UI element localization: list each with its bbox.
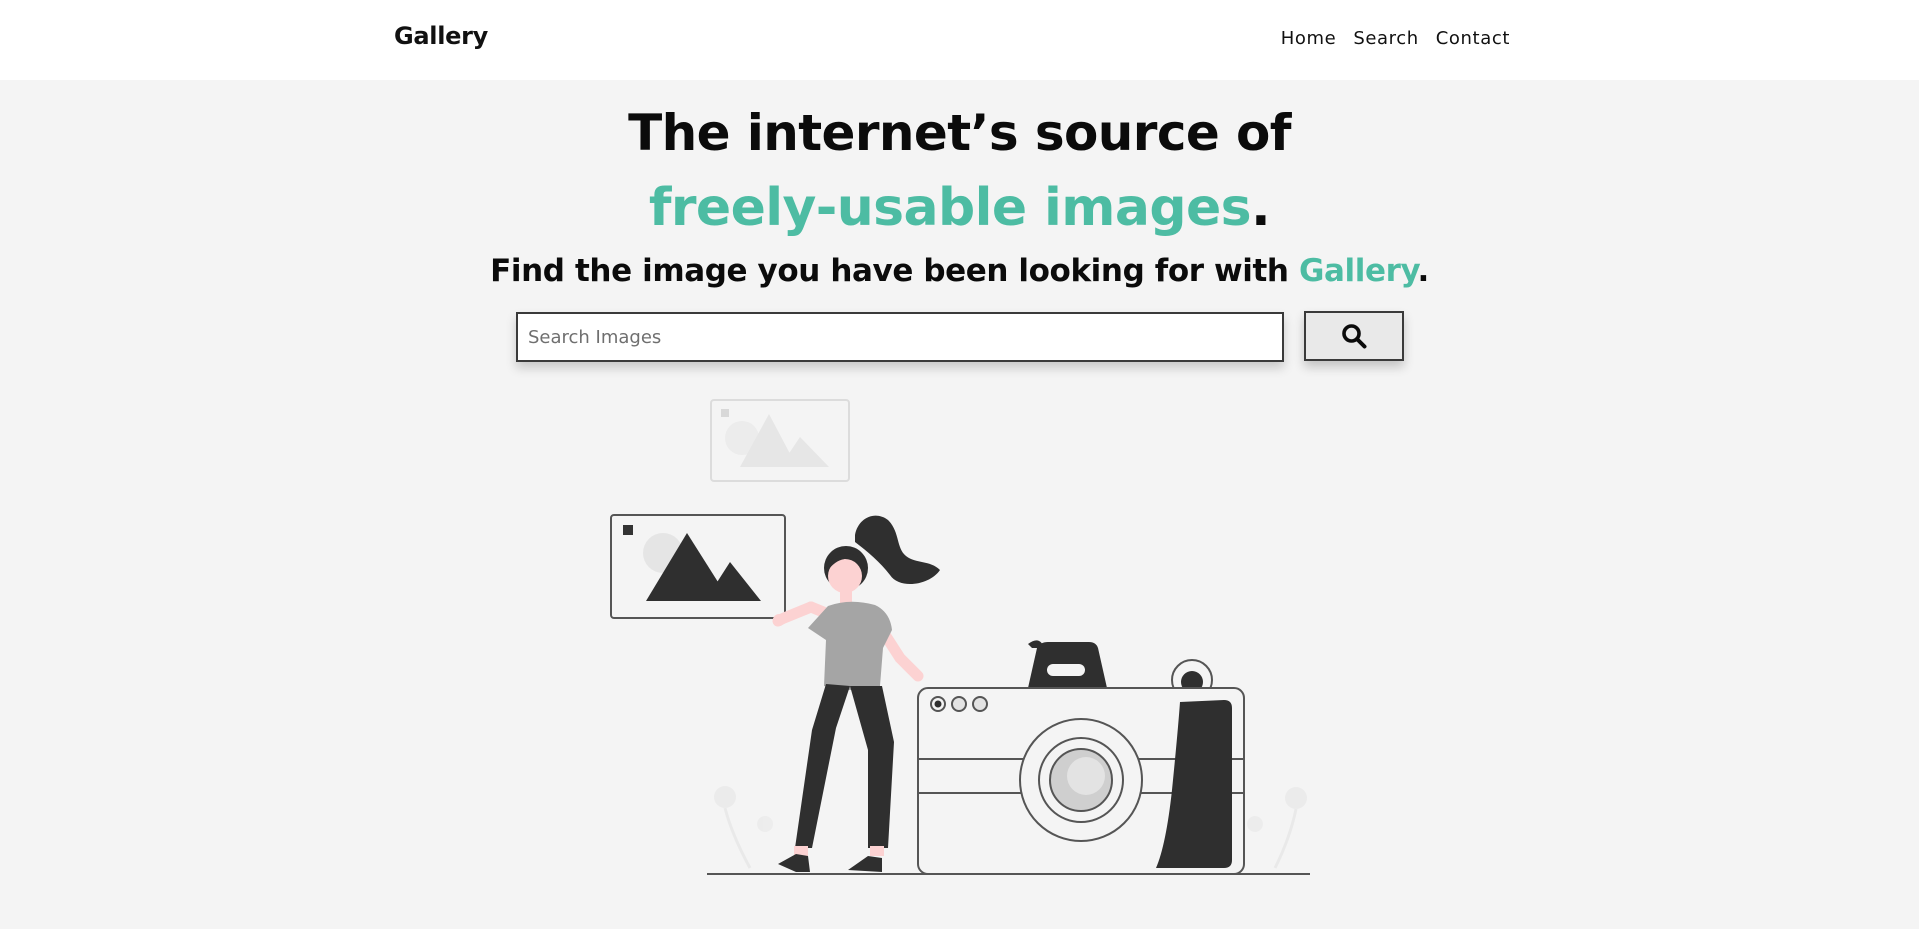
search-icon [1342,324,1367,349]
navbar: Gallery Home Search Contact [0,0,1919,80]
faded-image-frame-icon [710,399,850,482]
nav-links: Home Search Contact [1281,28,1510,49]
hero-title-period: . [1250,178,1271,238]
hero-title: The internet’s source of [628,104,1291,162]
woman-camera-illustration [610,399,1310,875]
hero-subtitle-brand: Gallery [1298,253,1418,289]
search-input[interactable] [516,312,1284,362]
nav-contact-link[interactable]: Contact [1436,28,1510,49]
search-button[interactable] [1304,311,1404,361]
nav-search-link[interactable]: Search [1353,28,1418,49]
camera-icon [917,640,1245,875]
hero-subtitle-text: Find the image you have been looking for… [490,253,1299,289]
hero-title-accent: freely-usable images [648,178,1252,238]
brand-logo[interactable]: Gallery [394,22,488,50]
woman-figure-icon [772,515,940,872]
hero-subtitle: Find the image you have been looking for… [0,253,1919,289]
hero-subtitle-period: . [1417,253,1429,289]
image-frame-icon [610,514,786,619]
hero-title-line2: freely-usable images. [0,178,1919,238]
nav-home-link[interactable]: Home [1281,28,1337,49]
